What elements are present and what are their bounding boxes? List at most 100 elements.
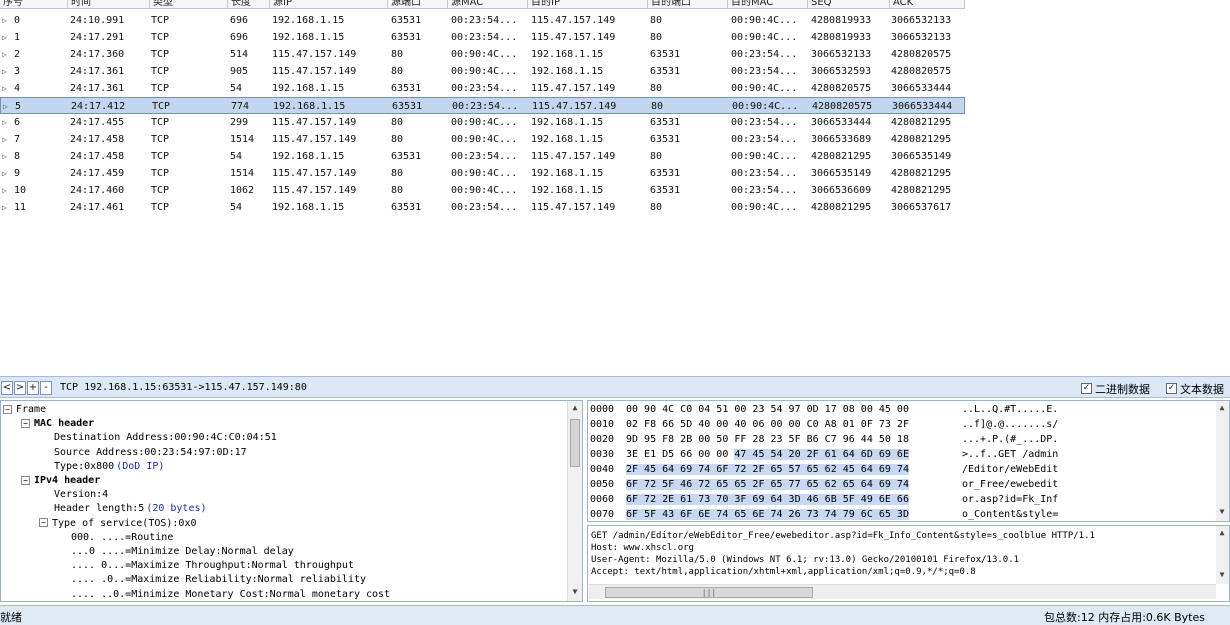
text-scrollbar[interactable]: ▲ ▼ — [1216, 526, 1229, 584]
tree-node[interactable]: Source Address:00:23:54:97:0D:17 — [54, 446, 247, 460]
col-type-header[interactable]: 类型 — [150, 0, 228, 8]
tree-scrollbar[interactable]: ▲ ▼ — [567, 401, 582, 601]
hex-ascii[interactable]: o_Content&style= — [962, 507, 1058, 521]
packet-row[interactable]: ▷ 3 24:17.361 TCP 905 115.47.157.149 80 00:90:4… — [0, 63, 965, 80]
hex-scrollbar[interactable]: ▲ ▼ — [1216, 401, 1229, 521]
col-src-ip-cell: 192.168.1.15 — [272, 202, 345, 213]
scroll-up-icon[interactable]: ▲ — [1217, 403, 1227, 415]
col-src-mac-header[interactable]: 源MAC — [448, 0, 528, 8]
tree-scroll-thumb[interactable] — [570, 419, 580, 467]
hex-ascii[interactable]: or.asp?id=Fk_Inf — [962, 492, 1058, 507]
col-src-ip-header[interactable]: 源IP — [270, 0, 388, 8]
grip-icon[interactable]: ||| — [605, 587, 813, 598]
expander-icon[interactable]: ▷ — [3, 98, 11, 115]
text-data-toggle[interactable]: ✓ 文本数据 — [1166, 382, 1224, 396]
tree-node[interactable]: − IPv4 header — [21, 474, 100, 488]
collapse-all-button[interactable]: - — [40, 381, 52, 395]
expander-icon[interactable]: ▷ — [2, 63, 10, 80]
tree-node-label: Type of service(TOS):0x0 — [52, 517, 197, 529]
hex-bytes[interactable]: 00 90 4C C0 04 51 00 23 54 97 0D 17 08 0… — [626, 402, 909, 417]
packet-row[interactable]: ▷ 10 24:17.460 TCP 1062 115.47.157.149 80 00:90… — [0, 182, 965, 199]
tree-node[interactable]: ...0 ....=Minimize Delay:Normal delay — [71, 545, 294, 559]
hex-ascii[interactable]: ...+.P.(#_...DP. — [962, 432, 1058, 447]
binary-data-checkbox[interactable]: ✓ — [1081, 383, 1092, 394]
expander-icon[interactable]: ▷ — [2, 182, 10, 199]
packet-row[interactable]: ▷ 4 24:17.361 TCP 54 192.168.1.15 63531 00:23:5… — [0, 80, 965, 97]
expander-icon[interactable]: ▷ — [2, 165, 10, 182]
text-line[interactable]: User-Agent: Mozilla/5.0 (Windows NT 6.1;… — [591, 554, 1019, 566]
collapse-icon[interactable]: − — [3, 404, 12, 414]
tree-node[interactable]: 000. ....=Routine — [71, 531, 173, 545]
hex-bytes[interactable]: 9D 95 F8 2B 00 50 FF 28 23 5F B6 C7 96 4… — [626, 432, 909, 447]
col-seq-cell: 4280821295 — [811, 151, 872, 162]
packet-row[interactable]: ▷ 5 24:17.412 TCP 774 192.168.1.15 63531 00:23:… — [0, 97, 965, 114]
expander-icon[interactable]: ▷ — [2, 131, 10, 148]
col-dst-mac-header[interactable]: 目的MAC — [728, 0, 808, 8]
hex-ascii[interactable]: ..f]@.@.......s/ — [962, 417, 1058, 432]
expander-icon[interactable]: ▷ — [2, 12, 10, 29]
tree-node[interactable]: Header length:5 (20 bytes) — [54, 502, 207, 516]
col-dst-ip-header[interactable]: 目的IP — [528, 0, 648, 8]
text-line[interactable]: GET /admin/Editor/eWebEditor_Free/ewebed… — [591, 530, 1095, 542]
prev-button[interactable]: < — [1, 381, 13, 395]
tree-node[interactable]: .... .0..=Maximize Reliability:Normal re… — [71, 573, 366, 587]
col-src-port-header[interactable]: 源端口 — [388, 0, 448, 8]
text-line[interactable]: Accept: text/html,application/xhtml+xml,… — [591, 566, 976, 578]
col-ack-header[interactable]: ACK — [890, 0, 965, 8]
tree-node[interactable]: .... 0...=Maximize Throughput:Normal thr… — [71, 559, 354, 573]
hex-bytes[interactable]: 6F 72 5F 46 72 65 65 2F 65 77 65 62 65 6… — [626, 477, 909, 492]
scroll-up-icon[interactable]: ▲ — [570, 403, 580, 415]
packet-row[interactable]: ▷ 1 24:17.291 TCP 696 192.168.1.15 63531 00:23:… — [0, 29, 965, 46]
hex-ascii[interactable]: >..f..GET /admin — [962, 447, 1058, 462]
collapse-icon[interactable]: − — [21, 418, 30, 428]
col-length-header[interactable]: 长度 — [228, 0, 270, 8]
tree-node[interactable]: − MAC header — [21, 417, 94, 431]
col-index-header[interactable]: 序号 — [0, 0, 68, 8]
hex-bytes[interactable]: 6F 72 2E 61 73 70 3F 69 64 3D 46 6B 5F 4… — [626, 492, 909, 507]
tree-node[interactable]: − Type of service(TOS):0x0 — [39, 517, 197, 531]
expander-icon[interactable]: ▷ — [2, 80, 10, 97]
text-horizontal-scrollbar[interactable]: ||| — [589, 584, 1216, 599]
text-data-checkbox[interactable]: ✓ — [1166, 383, 1177, 394]
packet-row[interactable]: ▷ 7 24:17.458 TCP 1514 115.47.157.149 80 00:90:… — [0, 131, 965, 148]
col-dst-port-header[interactable]: 目的端口 — [648, 0, 728, 8]
binary-data-toggle[interactable]: ✓ 二进制数据 — [1081, 382, 1150, 396]
expander-icon[interactable]: ▷ — [2, 114, 10, 131]
expander-icon[interactable]: ▷ — [2, 46, 10, 63]
scroll-down-icon[interactable]: ▼ — [1217, 507, 1227, 519]
tree-node[interactable]: Type:0x800 (DoD IP) — [54, 460, 164, 474]
packet-row[interactable]: ▷ 0 24:10.991 TCP 696 192.168.1.15 63531 00:23:… — [0, 12, 965, 29]
scroll-down-icon[interactable]: ▼ — [1217, 570, 1227, 582]
hex-bytes[interactable]: 6F 5F 43 6F 6E 74 65 6E 74 26 73 74 79 6… — [626, 507, 909, 521]
packet-row[interactable]: ▷ 11 24:17.461 TCP 54 192.168.1.15 63531 00:23:… — [0, 199, 965, 216]
hex-bytes[interactable]: 3E E1 D5 66 00 00 47 45 54 20 2F 61 64 6… — [626, 447, 909, 462]
expander-icon[interactable]: ▷ — [2, 199, 10, 216]
text-line[interactable]: Host: www.xhscl.org — [591, 542, 694, 554]
tree-node[interactable]: Version:4 — [54, 488, 108, 502]
col-seq-header[interactable]: SEQ — [808, 0, 890, 8]
expander-icon[interactable]: ▷ — [2, 29, 10, 46]
packet-row[interactable]: ▷ 2 24:17.360 TCP 514 115.47.157.149 80 00:90:4… — [0, 46, 965, 63]
packet-row[interactable]: ▷ 8 24:17.458 TCP 54 192.168.1.15 63531 00:23:5… — [0, 148, 965, 165]
next-button[interactable]: > — [14, 381, 26, 395]
collapse-icon[interactable]: − — [21, 475, 30, 485]
col-dst-port-cell: 80 — [650, 83, 663, 94]
collapse-icon[interactable]: − — [39, 518, 48, 528]
hex-bytes[interactable]: 02 F8 66 5D 40 00 40 06 00 00 C0 A8 01 0… — [626, 417, 909, 432]
packet-row[interactable]: ▷ 9 24:17.459 TCP 1514 115.47.157.149 80 00:90:… — [0, 165, 965, 182]
col-dst-mac-cell: 00:90:4C... — [732, 101, 799, 112]
col-time-header[interactable]: 时间 — [68, 0, 150, 8]
tree-node[interactable]: Destination Address:00:90:4C:C0:04:51 — [54, 431, 277, 445]
hex-ascii[interactable]: ..L..Q.#T.....E. — [962, 402, 1058, 417]
hex-ascii[interactable]: /Editor/eWebEdit — [962, 462, 1058, 477]
tree-node[interactable]: .... ..0.=Minimize Monetary Cost:Normal … — [71, 588, 390, 601]
packet-row[interactable]: ▷ 6 24:17.455 TCP 299 115.47.157.149 80 00:90:4… — [0, 114, 965, 131]
hex-bytes[interactable]: 2F 45 64 69 74 6F 72 2F 65 57 65 62 45 6… — [626, 462, 909, 477]
hex-ascii[interactable]: or_Free/ewebedit — [962, 477, 1058, 492]
scroll-up-icon[interactable]: ▲ — [1217, 528, 1227, 540]
expander-icon[interactable]: ▷ — [2, 148, 10, 165]
expand-all-button[interactable]: + — [27, 381, 39, 395]
scroll-down-icon[interactable]: ▼ — [570, 587, 580, 599]
tree-node[interactable]: − Frame — [3, 403, 46, 417]
col-ack-cell: 4280821295 — [891, 168, 952, 179]
